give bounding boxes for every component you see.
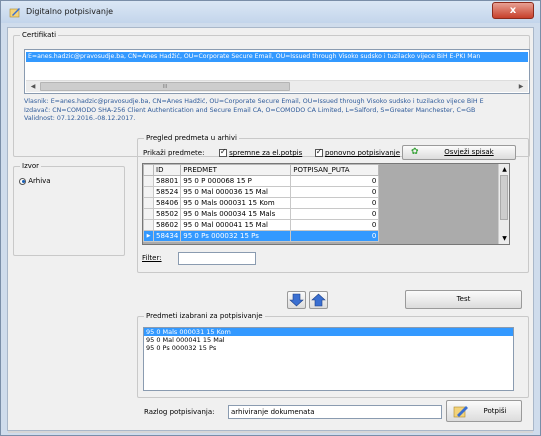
spremne-label[interactable]: spremne za el.potpis xyxy=(229,149,302,157)
cell-predmet[interactable]: 95 0 P 000068 15 P xyxy=(180,175,292,187)
razlog-label: Razlog potpisivanja: xyxy=(144,408,215,416)
potpisi-button[interactable]: Potpiši xyxy=(446,400,522,422)
predmeti-table[interactable]: ID PREDMET POTPISAN_PUTA 58801 95 0 P 00… xyxy=(143,164,380,242)
row-header[interactable] xyxy=(143,219,154,231)
filter-label: Filter: xyxy=(142,254,162,262)
row-header[interactable] xyxy=(143,186,154,198)
column-header-predmet[interactable]: PREDMET xyxy=(180,164,292,176)
client-area: Certifikati E=anes.hadzic@pravosudje.ba,… xyxy=(7,27,534,433)
table-row[interactable]: 58406 95 0 Mals 000031 15 Kom 0 xyxy=(143,197,380,209)
row-header[interactable] xyxy=(143,197,154,209)
list-item[interactable]: 95 0 Ps 000032 15 Ps xyxy=(144,344,513,352)
izvor-group: Izvor Arhiva xyxy=(13,162,125,256)
osvjezi-spisak-label: Osvježi spisak xyxy=(444,148,494,156)
cell-potpisan[interactable]: 0 xyxy=(290,219,380,231)
radio-arhiva-label: Arhiva xyxy=(28,177,51,185)
row-header-corner xyxy=(143,164,154,176)
certifikati-legend: Certifikati xyxy=(20,31,59,39)
window-title: Digitalno potpisivanje xyxy=(26,7,114,16)
scroll-left-icon[interactable]: ◀ xyxy=(27,82,39,92)
scroll-down-icon[interactable]: ▼ xyxy=(500,234,509,243)
cell-potpisan[interactable]: 0 xyxy=(290,208,380,220)
predmeti-grid[interactable]: ID PREDMET POTPISAN_PUTA 58801 95 0 P 00… xyxy=(142,163,510,245)
table-row[interactable]: 58801 95 0 P 000068 15 P 0 xyxy=(143,175,380,187)
dialog-window: Digitalno potpisivanje x Certifikati E=a… xyxy=(0,0,541,436)
izabrani-group: Predmeti izabrani za potpisivanje 95 0 M… xyxy=(137,312,529,398)
cell-id[interactable]: 58801 xyxy=(152,175,182,187)
list-item[interactable]: 95 0 Mal 000041 15 Mal xyxy=(144,336,513,344)
certificate-selected-item[interactable]: E=anes.hadzic@pravosudje.ba, CN=Anes Had… xyxy=(26,52,528,62)
cell-predmet[interactable]: 95 0 Ps 000032 15 Ps xyxy=(180,230,292,242)
prikazi-row: Prikaži predmete: spremne za el.potpis p… xyxy=(143,147,400,157)
column-header-potpisan[interactable]: POTPISAN_PUTA xyxy=(290,164,380,176)
title-bar[interactable]: Digitalno potpisivanje x xyxy=(1,1,540,23)
cell-potpisan[interactable]: 0 xyxy=(290,197,380,209)
cell-id[interactable]: 58602 xyxy=(152,219,182,231)
radio-arhiva[interactable]: Arhiva xyxy=(19,177,51,185)
ponovno-checkbox[interactable] xyxy=(314,147,323,157)
table-row[interactable]: 58602 95 0 Mal 000041 15 Mal 0 xyxy=(143,219,380,231)
pen-signature-icon xyxy=(453,406,468,418)
table-row[interactable]: 58524 95 0 Mal 000036 15 Mal 0 xyxy=(143,186,380,198)
grid-scroll-thumb[interactable] xyxy=(500,175,508,220)
list-item-selected[interactable]: 95 0 Mals 000031 15 Kom xyxy=(144,328,513,336)
prikazi-label: Prikaži predmete: xyxy=(143,149,205,157)
move-up-button[interactable] xyxy=(309,291,328,309)
grid-header-row: ID PREDMET POTPISAN_PUTA xyxy=(143,164,380,176)
row-header[interactable] xyxy=(143,208,154,220)
row-header[interactable] xyxy=(143,175,154,187)
cell-potpisan[interactable]: 0 xyxy=(290,230,380,242)
razlog-input[interactable]: arhiviranje dokumenata xyxy=(228,405,442,419)
izvor-legend: Izvor xyxy=(20,162,42,170)
izabrani-listbox[interactable]: 95 0 Mals 000031 15 Kom 95 0 Mal 000041 … xyxy=(143,327,514,391)
close-button[interactable]: x xyxy=(492,2,534,19)
potpisi-label: Potpiši xyxy=(483,407,507,415)
osvjezi-spisak-button[interactable]: ✿ Osvježi spisak xyxy=(402,145,516,160)
cell-predmet[interactable]: 95 0 Mal 000036 15 Mal xyxy=(180,186,292,198)
cell-id[interactable]: 58434 xyxy=(152,230,182,242)
ponovno-label[interactable]: ponovno potpisivanje xyxy=(325,149,400,157)
spremne-checkbox[interactable] xyxy=(218,147,227,157)
scroll-thumb[interactable]: III xyxy=(40,82,290,91)
table-row-selected[interactable]: ▶ 58434 95 0 Ps 000032 15 Ps 0 xyxy=(143,230,380,242)
certificate-details: Vlasnik: E=anes.hadzic@pravosudje.ba, CN… xyxy=(24,98,534,124)
pen-signature-icon xyxy=(9,8,20,18)
filter-input[interactable] xyxy=(178,252,256,265)
column-header-id[interactable]: ID xyxy=(152,164,182,176)
radio-button-icon[interactable] xyxy=(19,177,26,185)
cell-predmet[interactable]: 95 0 Mals 000031 15 Kom xyxy=(180,197,292,209)
arrow-up-icon xyxy=(311,293,326,307)
izabrani-legend: Predmeti izabrani za potpisivanje xyxy=(144,312,265,320)
izdavac-text: Izdavač: CN=COMODO SHA-256 Client Authen… xyxy=(24,106,476,114)
cell-predmet[interactable]: 95 0 Mals 000034 15 Mals xyxy=(180,208,292,220)
scroll-up-icon[interactable]: ▲ xyxy=(500,165,509,174)
cell-id[interactable]: 58406 xyxy=(152,197,182,209)
test-button[interactable]: Test xyxy=(405,290,522,309)
arrow-down-icon xyxy=(289,293,304,307)
refresh-icon: ✿ xyxy=(411,147,419,157)
pregled-group: Pregled predmeta u arhivi Prikaži predme… xyxy=(137,134,529,273)
vlasnik-text: Vlasnik: E=anes.hadzic@pravosudje.ba, CN… xyxy=(24,98,484,105)
divider xyxy=(8,431,533,433)
current-row-marker-icon[interactable]: ▶ xyxy=(143,230,154,242)
pregled-legend: Pregled predmeta u arhivi xyxy=(144,134,239,142)
move-down-button[interactable] xyxy=(287,291,306,309)
validnost-text: Validnost: 07.12.2016.-08.12.2017. xyxy=(24,115,136,122)
table-row[interactable]: 58502 95 0 Mals 000034 15 Mals 0 xyxy=(143,208,380,220)
certificate-list[interactable]: E=anes.hadzic@pravosudje.ba, CN=Anes Had… xyxy=(24,49,530,94)
cell-predmet[interactable]: 95 0 Mal 000041 15 Mal xyxy=(180,219,292,231)
certificate-hscrollbar[interactable]: ◀ III ▶ xyxy=(26,80,528,92)
cell-potpisan[interactable]: 0 xyxy=(290,186,380,198)
cell-id[interactable]: 58524 xyxy=(152,186,182,198)
cell-id[interactable]: 58502 xyxy=(152,208,182,220)
grid-vscrollbar[interactable]: ▲ ▼ xyxy=(498,164,509,244)
cell-potpisan[interactable]: 0 xyxy=(290,175,380,187)
scroll-right-icon[interactable]: ▶ xyxy=(515,82,527,92)
